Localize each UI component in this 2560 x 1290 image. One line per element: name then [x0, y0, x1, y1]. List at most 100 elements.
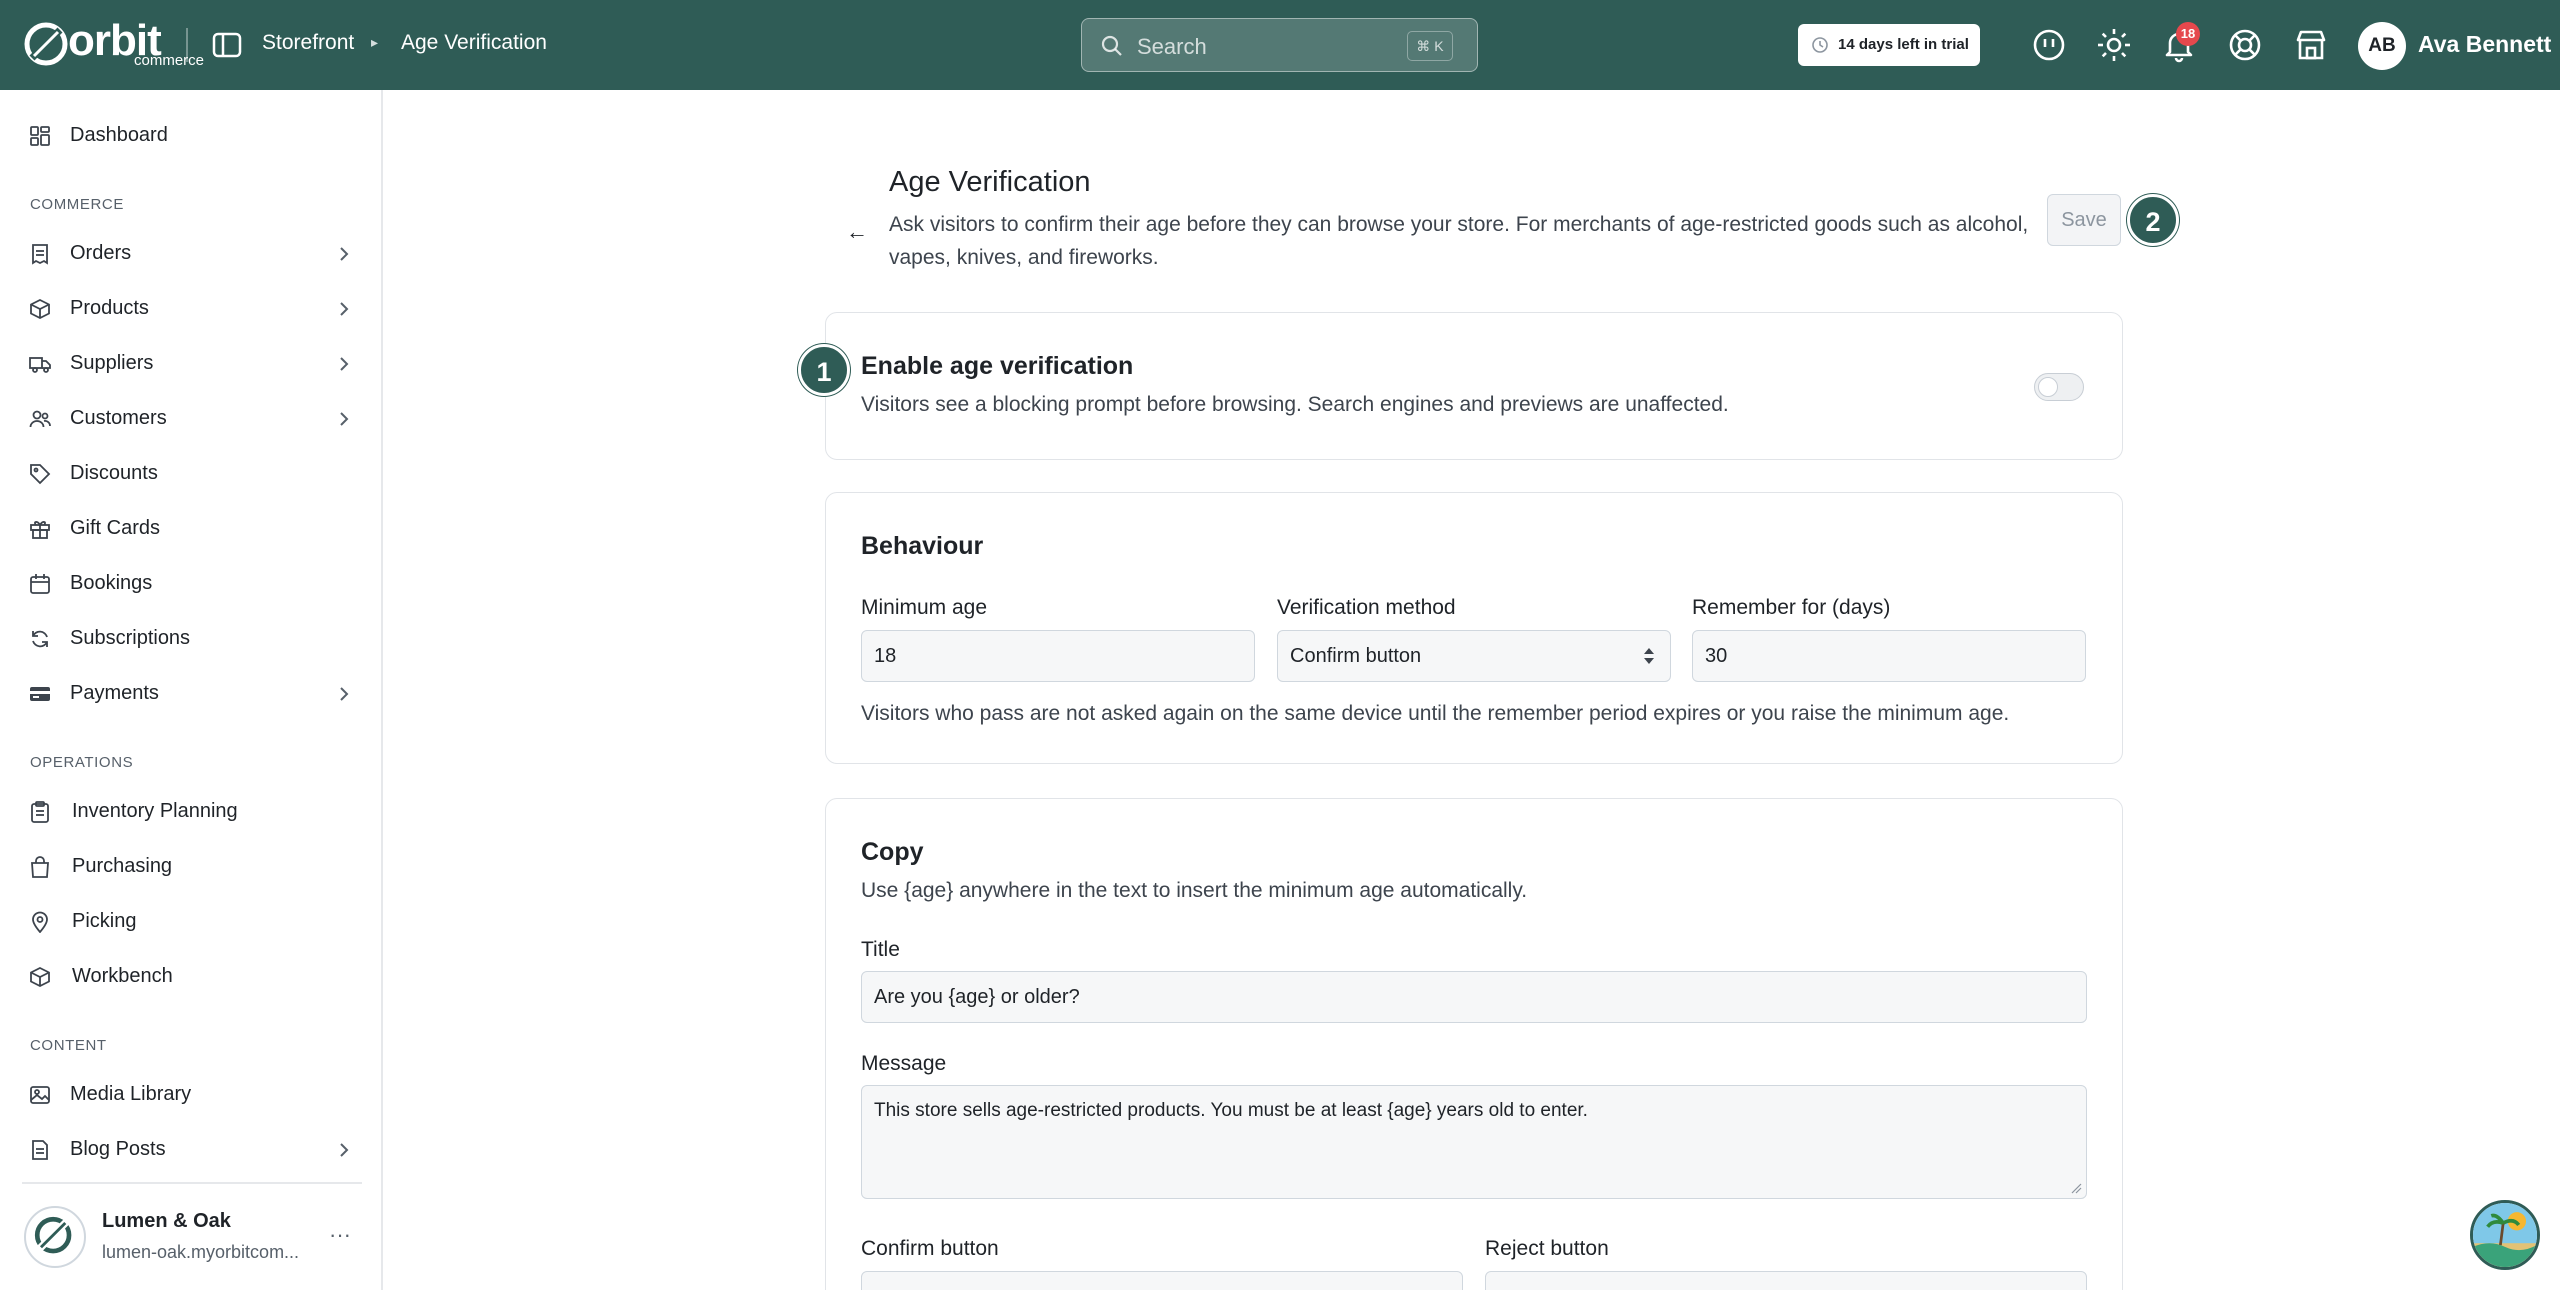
copy-card-title: Copy [861, 838, 924, 866]
minimum-age-label: Minimum age [861, 596, 988, 619]
sidebar-item-label: Orders [70, 242, 132, 264]
sidebar-item-orders[interactable]: Orders [0, 228, 383, 278]
minimum-age-input[interactable]: 18 [861, 630, 1255, 682]
reject-button-label: Reject button [1485, 1237, 1609, 1260]
store-logo-icon [24, 1206, 86, 1268]
message-field-label: Message [861, 1052, 947, 1075]
feedback-icon[interactable] [2030, 26, 2068, 64]
dashboard-icon [30, 126, 50, 146]
sidebar-item-label: Products [70, 297, 149, 319]
theme-sun-icon[interactable] [2095, 26, 2133, 64]
sidebar-item-label: Purchasing [72, 855, 173, 877]
verification-method-label: Verification method [1277, 596, 1456, 619]
calendar-icon [30, 574, 50, 594]
sidebar-item-discounts[interactable]: Discounts [0, 448, 383, 498]
remember-days-input[interactable]: 30 [1692, 630, 2086, 682]
sidebar-toggle-icon[interactable] [210, 28, 244, 62]
sidebar-item-label: Discounts [70, 462, 158, 484]
enable-toggle[interactable] [2034, 373, 2084, 401]
sidebar-item-subscriptions[interactable]: Subscriptions [0, 613, 383, 663]
sidebar-item-payments[interactable]: Payments [0, 668, 383, 718]
chevron-right-icon [340, 687, 349, 701]
resize-grip-icon[interactable] [2070, 1182, 2082, 1194]
sidebar-item-label: Payments [70, 682, 159, 704]
store-switcher[interactable]: Lumen & Oak lumen-oak.myorbitcom... ··· [22, 1182, 362, 1290]
trial-badge[interactable]: 14 days left in trial [1798, 24, 1980, 66]
box-icon [30, 966, 50, 988]
help-lifebuoy-icon[interactable] [2226, 26, 2264, 64]
breadcrumb-storefront[interactable]: Storefront [262, 31, 354, 55]
sidebar-item-gift-cards[interactable]: Gift Cards [0, 503, 383, 553]
sidebar-item-label: Workbench [72, 965, 173, 987]
chevron-right-icon [340, 412, 349, 426]
sidebar-item-label: Inventory Planning [72, 800, 238, 822]
verification-method-select[interactable]: Confirm button [1277, 630, 1671, 682]
chevron-right-icon [340, 1143, 349, 1157]
sidebar-item-label: Subscriptions [70, 627, 191, 649]
sidebar-item-label: Picking [72, 910, 137, 932]
enable-card: Enable age verification Visitors see a b… [825, 312, 2123, 460]
sidebar-item-inventory-planning[interactable]: Inventory Planning [0, 786, 383, 836]
sidebar-item-customers[interactable]: Customers [0, 393, 383, 443]
sidebar-item-workbench[interactable]: Workbench [0, 951, 383, 1001]
sidebar-item-label: Gift Cards [70, 517, 161, 539]
toggle-knob [2038, 377, 2058, 397]
save-button[interactable]: Save [2047, 194, 2121, 246]
notification-count-badge: 18 [2176, 22, 2200, 46]
enable-card-description: Visitors see a blocking prompt before br… [861, 393, 1729, 416]
verification-method-value: Confirm button [1290, 645, 1422, 667]
receipt-icon [32, 244, 48, 265]
sidebar-item-label: Customers [70, 407, 167, 429]
sidebar-item-label: Dashboard [70, 124, 168, 146]
select-arrows-icon [1644, 648, 1654, 664]
confirm-button-input[interactable] [861, 1271, 1463, 1290]
sidebar-item-purchasing[interactable]: Purchasing [0, 841, 383, 891]
step-badge-1: 1 [798, 344, 850, 396]
behaviour-card-title: Behaviour [861, 532, 984, 560]
breadcrumb-current: Age Verification [401, 31, 547, 54]
behaviour-help-text: Visitors who pass are not asked again on… [861, 702, 2010, 725]
user-name[interactable]: Ava Bennett [2418, 31, 2551, 58]
page-description: Ask visitors to confirm their age before… [889, 213, 2029, 269]
chevron-right-icon [340, 302, 349, 316]
sidebar-item-bookings[interactable]: Bookings [0, 558, 383, 608]
reject-button-input[interactable] [1485, 1271, 2087, 1290]
section-label-content: CONTENT [30, 1037, 107, 1054]
chevron-right-icon [340, 357, 349, 371]
sidebar-item-media-library[interactable]: Media Library [0, 1069, 383, 1119]
search-input[interactable]: Search ⌘ K [1081, 18, 1478, 72]
truck-icon [29, 357, 51, 373]
credit-card-icon [30, 687, 50, 701]
sidebar-item-blog-posts[interactable]: Blog Posts [0, 1124, 383, 1164]
sidebar-item-picking[interactable]: Picking [0, 896, 383, 946]
store-url: lumen-oak.myorbitcom... [102, 1242, 300, 1262]
search-icon [1101, 35, 1122, 56]
store-icon[interactable] [2292, 26, 2330, 64]
users-icon [29, 410, 51, 428]
user-avatar[interactable]: AB [2358, 22, 2406, 70]
back-button[interactable]: ← [833, 208, 881, 256]
section-label-commerce: COMMERCE [30, 196, 124, 213]
orbit-logo-icon [24, 22, 68, 66]
message-field-textarea[interactable]: This store sells age-restricted products… [861, 1085, 2087, 1199]
orbit-logo[interactable]: orbit commerce [22, 16, 204, 70]
message-field-value: This store sells age-restricted products… [874, 1100, 1588, 1121]
page-title: Age Verification [889, 166, 1091, 198]
more-options-icon[interactable]: ··· [322, 1222, 358, 1252]
sidebar-item-dashboard[interactable]: Dashboard [0, 110, 383, 160]
box-icon [30, 298, 50, 320]
title-field-input[interactable]: Are you {age} or older? [861, 971, 2087, 1023]
remember-days-label: Remember for (days) [1692, 596, 1891, 619]
top-bar: orbit commerce Storefront ▸ Age Verifica… [0, 0, 2560, 90]
topbar-divider [186, 28, 188, 62]
copy-card-description: Use {age} anywhere in the text to insert… [861, 879, 1528, 902]
sidebar-item-products[interactable]: Products [0, 283, 383, 333]
sidebar-item-label: Bookings [70, 572, 153, 594]
assistant-avatar-icon[interactable] [2470, 1200, 2540, 1270]
gift-icon [30, 521, 50, 539]
sidebar-item-label: Media Library [70, 1083, 192, 1105]
document-icon [32, 1140, 48, 1160]
sidebar-item-suppliers[interactable]: Suppliers [0, 338, 383, 388]
sidebar-item-label: Suppliers [70, 352, 154, 374]
map-pin-icon [32, 911, 48, 933]
